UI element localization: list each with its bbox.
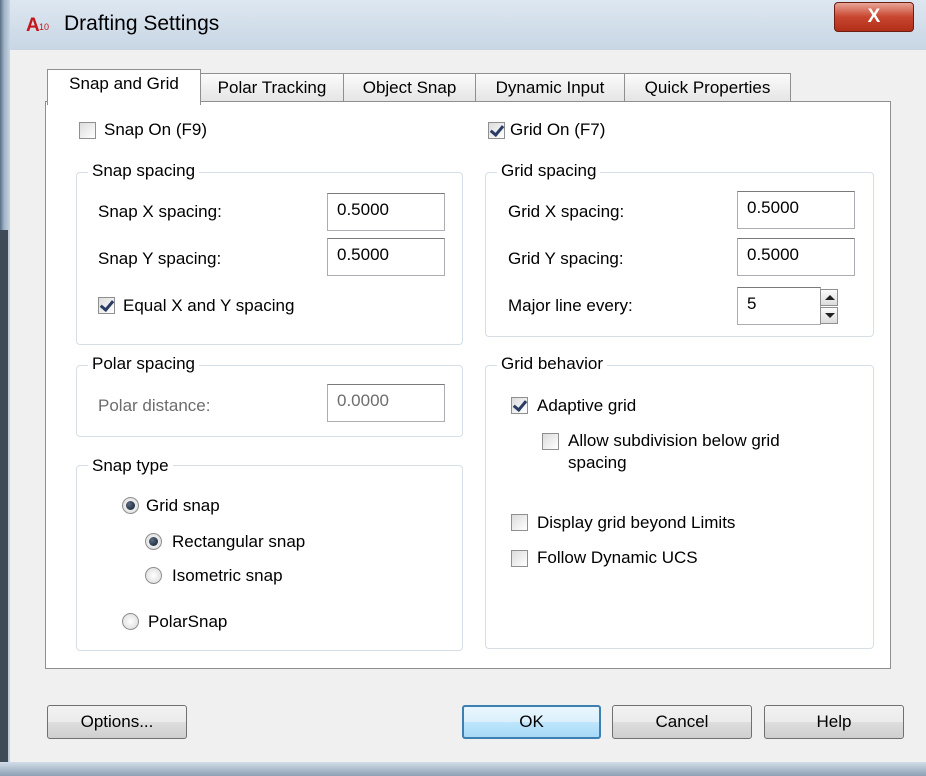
tab-label: Quick Properties xyxy=(644,78,771,97)
display-beyond-limits-label: Display grid beyond Limits xyxy=(537,513,736,532)
snap-on-label: Snap On (F9) xyxy=(104,120,207,139)
allow-subdivision-checkbox[interactable] xyxy=(542,433,559,450)
polar-spacing-legend: Polar spacing xyxy=(88,354,200,374)
major-line-spinner xyxy=(820,288,838,324)
snap-x-input[interactable]: 0.5000 xyxy=(327,193,445,231)
tab-label: Dynamic Input xyxy=(495,78,605,97)
tab-label: Object Snap xyxy=(362,78,457,97)
snap-spacing-legend: Snap spacing xyxy=(88,161,200,181)
polarsnap-label: PolarSnap xyxy=(148,612,228,631)
major-line-input[interactable]: 5 xyxy=(737,287,821,325)
snap-x-label: Snap X spacing: xyxy=(98,202,222,221)
background-window-edge xyxy=(0,230,8,776)
follow-dynamic-ucs-label: Follow Dynamic UCS xyxy=(537,548,698,567)
allow-subdivision-label: Allow subdivision below grid xyxy=(568,431,780,450)
polar-distance-label: Polar distance: xyxy=(98,396,211,415)
equal-xy-checkbox[interactable] xyxy=(98,297,115,314)
isometric-snap-label: Isometric snap xyxy=(172,566,283,585)
isometric-snap-radio[interactable] xyxy=(145,567,162,584)
adaptive-grid-label: Adaptive grid xyxy=(537,396,637,415)
grid-behavior-legend: Grid behavior xyxy=(497,354,608,374)
tab-label: Polar Tracking xyxy=(217,78,327,97)
rectangular-snap-radio[interactable] xyxy=(145,533,162,550)
window-frame-bottom xyxy=(0,762,926,776)
rectangular-snap-label: Rectangular snap xyxy=(172,532,306,551)
tab-snap-and-grid[interactable]: Snap and Grid xyxy=(47,69,201,105)
window-title: Drafting Settings xyxy=(64,12,220,35)
arrow-up-icon xyxy=(825,295,835,300)
arrow-down-icon xyxy=(825,313,835,318)
tab-polar-tracking[interactable]: Polar Tracking xyxy=(200,73,344,102)
spin-down-button[interactable] xyxy=(820,307,838,324)
tab-object-snap[interactable]: Object Snap xyxy=(343,73,476,102)
grid-y-input[interactable]: 0.5000 xyxy=(737,238,855,276)
tab-label: Snap and Grid xyxy=(69,74,179,93)
close-icon: X xyxy=(867,6,881,27)
snap-on-checkbox[interactable] xyxy=(79,122,96,139)
ok-button[interactable]: OK xyxy=(462,705,601,739)
display-beyond-limits-checkbox[interactable] xyxy=(511,514,528,531)
tab-quick-properties[interactable]: Quick Properties xyxy=(624,73,791,102)
polarsnap-radio[interactable] xyxy=(122,613,139,630)
major-line-label: Major line every: xyxy=(508,296,633,315)
polar-distance-input[interactable]: 0.0000 xyxy=(327,384,445,422)
snap-y-input[interactable]: 0.5000 xyxy=(327,238,445,276)
grid-on-checkbox[interactable] xyxy=(488,122,505,139)
grid-snap-label: Grid snap xyxy=(146,496,220,515)
follow-dynamic-ucs-checkbox[interactable] xyxy=(511,550,528,567)
equal-xy-label: Equal X and Y spacing xyxy=(123,296,295,315)
snap-y-label: Snap Y spacing: xyxy=(98,249,222,268)
adaptive-grid-checkbox[interactable] xyxy=(511,397,528,414)
grid-y-label: Grid Y spacing: xyxy=(508,249,624,268)
grid-x-label: Grid X spacing: xyxy=(508,202,625,221)
close-button[interactable]: X xyxy=(834,2,914,32)
svg-text:10: 10 xyxy=(39,22,49,32)
spin-up-button[interactable] xyxy=(820,289,838,306)
grid-spacing-legend: Grid spacing xyxy=(497,161,601,181)
help-button[interactable]: Help xyxy=(764,705,904,739)
tab-dynamic-input[interactable]: Dynamic Input xyxy=(475,73,625,102)
autocad-app-icon: A 10 xyxy=(26,13,54,36)
grid-snap-radio[interactable] xyxy=(122,497,139,514)
svg-text:A: A xyxy=(26,15,40,35)
options-button[interactable]: Options... xyxy=(47,705,187,739)
grid-on-label: Grid On (F7) xyxy=(510,120,606,139)
snap-type-legend: Snap type xyxy=(88,456,173,476)
grid-x-input[interactable]: 0.5000 xyxy=(737,191,855,229)
allow-subdivision-label-line2: spacing xyxy=(568,453,627,472)
cancel-button[interactable]: Cancel xyxy=(612,705,752,739)
